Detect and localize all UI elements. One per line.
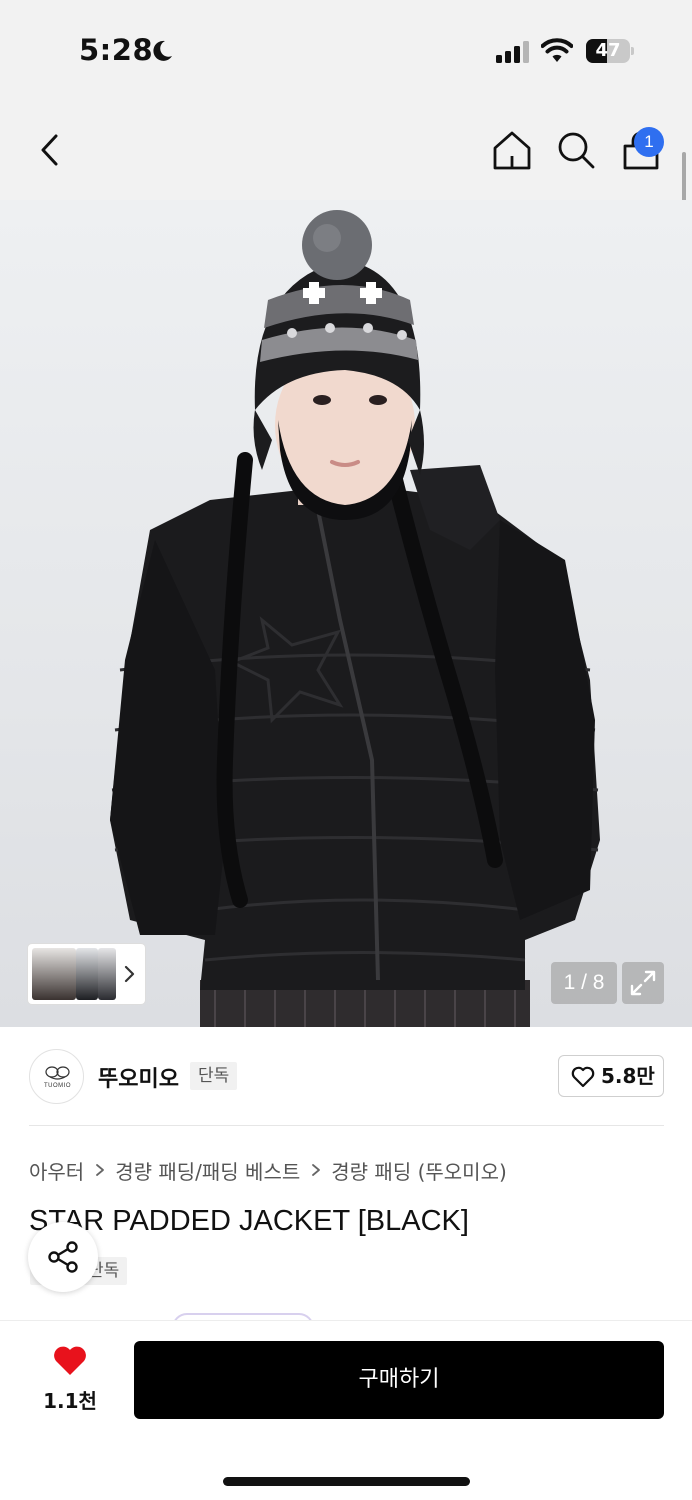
chevron-right-icon [312,1164,321,1176]
expand-button[interactable] [622,962,664,1004]
heart-filled-icon[interactable] [52,1345,88,1377]
divider [29,1125,664,1126]
breadcrumb-item[interactable]: 아우터 [29,1156,84,1185]
status-time: 5:28 [79,33,154,67]
buy-button[interactable]: 구매하기 [134,1341,664,1419]
back-icon[interactable] [30,128,70,172]
brand-like-button[interactable]: 5.8만 [558,1055,664,1097]
nav-bar [0,100,692,200]
brand-logo[interactable]: TUOMIO [29,1049,84,1104]
product-image[interactable] [0,200,692,1027]
home-icon[interactable] [490,128,534,172]
heart-outline-icon [571,1066,595,1088]
brand-logo-text: TUOMIO [44,1083,71,1089]
expand-icon [630,970,656,996]
battery-level: 47 [595,40,621,61]
signal-icon [496,41,529,63]
brand-name[interactable]: 뚜오미오 [98,1061,179,1093]
exclusive-tag: 단독 [190,1062,238,1090]
share-button[interactable] [28,1222,98,1292]
status-bar: 5:28 47 [0,0,692,100]
product-title: STAR PADDED JACKET [BLACK] [29,1205,469,1237]
wifi-icon [541,38,573,62]
brand-like-count: 5.8만 [601,1064,655,1088]
moon-icon [153,40,172,61]
breadcrumb-item[interactable]: 경량 패딩/패딩 베스트 [115,1156,300,1185]
cart-badge: 1 [634,127,664,157]
wishlist-count: 1.1천 [43,1389,97,1413]
image-page-counter: 1 / 8 [551,962,617,1004]
chevron-right-icon[interactable] [122,964,136,984]
share-icon [48,1241,78,1273]
breadcrumb: 아우터 경량 패딩/패딩 베스트 경량 패딩 (뚜오미오) [29,1156,507,1184]
breadcrumb-item[interactable]: 경량 패딩 (뚜오미오) [331,1156,507,1185]
battery-indicator: 47 [586,39,634,63]
home-indicator[interactable] [223,1477,470,1486]
chevron-right-icon [96,1164,105,1176]
brand-logo-mark [45,1066,70,1080]
product-photo-illustration [110,210,600,1027]
search-icon[interactable] [554,128,598,172]
